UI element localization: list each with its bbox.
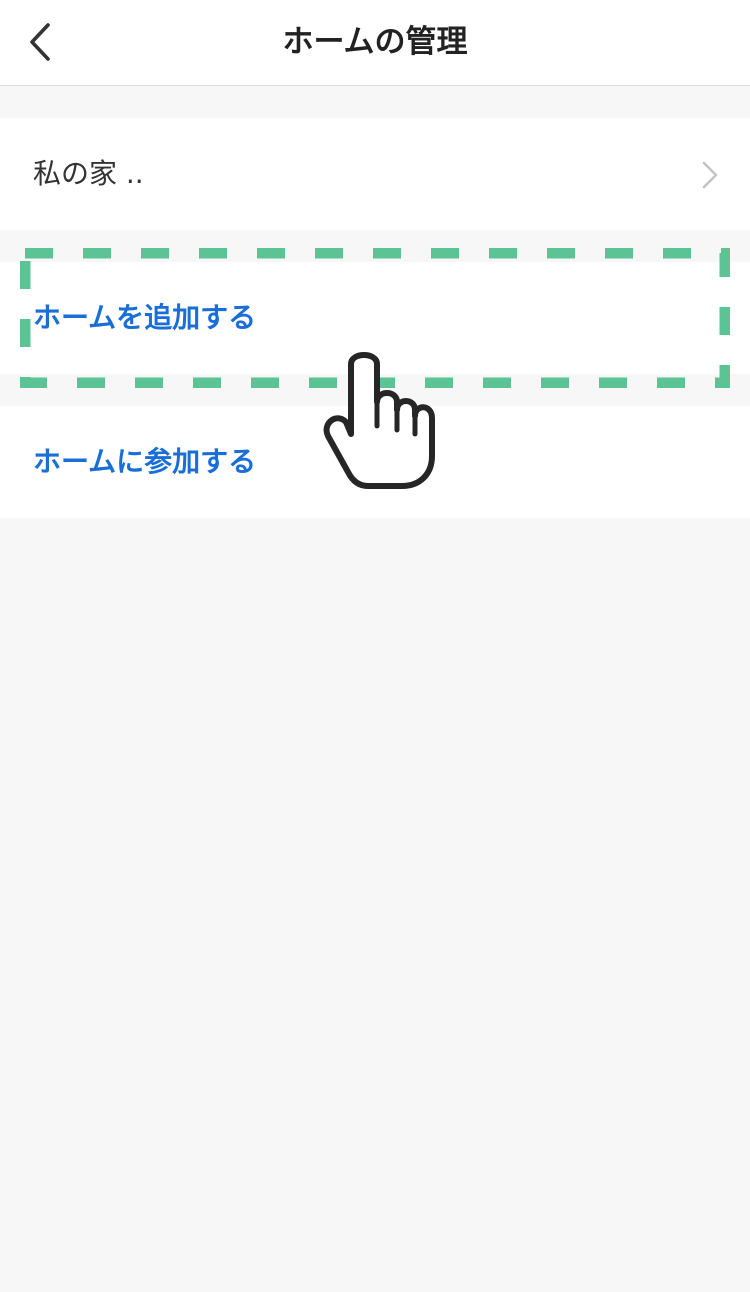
join-home-button[interactable]: ホームに参加する: [0, 406, 750, 518]
page-title: ホームの管理: [282, 24, 468, 60]
nav-bar: ホームの管理: [0, 0, 750, 86]
home-name: 私の家 ..: [33, 157, 144, 190]
add-home-button[interactable]: ホームを追加する: [0, 262, 750, 374]
add-home-label: ホームを追加する: [33, 301, 257, 334]
home-list-item[interactable]: 私の家 ..: [0, 118, 750, 230]
chevron-right-icon: [702, 161, 718, 189]
join-home-label: ホームに参加する: [33, 445, 257, 478]
